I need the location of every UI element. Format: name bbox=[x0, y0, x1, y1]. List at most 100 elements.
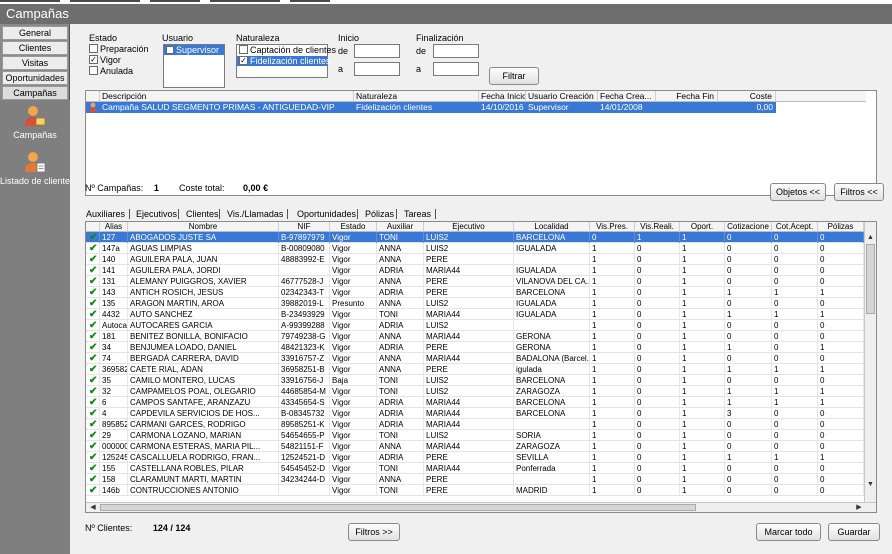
client-row[interactable]: ✔ 146b CONTRUCCIONES ANTONIO Vigor TONI PERE M… bbox=[86, 485, 866, 496]
clients-col-polizas[interactable]: Pólizas bbox=[818, 222, 864, 232]
campaigns-col-coste[interactable]: Coste bbox=[718, 91, 776, 102]
campaign-row[interactable]: Campaña SALUD SEGMENTO PRIMAS - ANTIGUED… bbox=[86, 102, 776, 113]
client-cell-alias: 135 bbox=[100, 298, 128, 309]
client-row[interactable]: ✔ 181 BENITEZ BONILLA, BONIFACIO 79749238-G… bbox=[86, 331, 876, 342]
client-row[interactable]: ✔ 4432 AUTO SANCHEZ B-23493929 Vigor TONI MARI… bbox=[86, 309, 876, 320]
naturaleza-option-captacion[interactable]: Captación de clientes bbox=[237, 45, 336, 56]
checkbox-vigor[interactable]: ✓ bbox=[89, 55, 98, 65]
inicio-de-input[interactable] bbox=[354, 44, 400, 58]
client-row[interactable]: ✔ 147a AGUAS LIMPIAS B-00809080 Vigor ANNA LUI… bbox=[86, 243, 876, 254]
scroll-thumb[interactable] bbox=[866, 244, 875, 314]
campaigns-col-fecha-inicio[interactable]: Fecha Inicio bbox=[479, 91, 526, 102]
client-cell-cot-acept: 0 bbox=[772, 474, 818, 485]
sidebar-item-clientes[interactable]: Clientes bbox=[2, 41, 68, 55]
client-cell-vis-pres: 1 bbox=[590, 375, 635, 386]
client-row[interactable]: ✔ 74 BERGADÀ CARRERA, DAVID 33916757-Z Vigor… bbox=[86, 353, 876, 364]
client-row[interactable]: ✔ 35 CAMILO MONTERO, LUCAS 33916756-J Baja TO… bbox=[86, 375, 876, 386]
tab-auxiliares[interactable]: Auxiliares bbox=[86, 208, 125, 220]
client-cell-localidad bbox=[514, 254, 590, 265]
clients-horizontal-scrollbar[interactable]: ◀ ▶ bbox=[86, 502, 876, 512]
sidebar-item-campanas[interactable]: Campañas bbox=[2, 86, 68, 100]
campaigns-col-naturaleza[interactable]: Naturaleza bbox=[354, 91, 479, 102]
client-row[interactable]: ✔ 140 AGUILERA PALA, JUAN 48883992-E Vigor AN… bbox=[86, 254, 866, 265]
clients-col-cotizaciones[interactable]: Cotizacione bbox=[725, 222, 772, 232]
scroll-down-icon[interactable]: ▼ bbox=[865, 480, 876, 490]
naturaleza-option-fidelizacion[interactable]: ✓ Fidelización clientes bbox=[237, 56, 331, 66]
client-row[interactable]: ✔00000004CARMONA ESTERAS, MARIA PIL...54… bbox=[86, 441, 876, 452]
campaigns-col-fecha-creacion[interactable]: Fecha Crea... bbox=[598, 91, 656, 102]
sidebar-item-general[interactable]: General bbox=[2, 26, 68, 40]
client-row[interactable]: ✔ 135 ARAGON MARTIN, AROA 39882019-L Presunt… bbox=[86, 298, 866, 309]
tab-vis-llamadas[interactable]: Vis./Llamadas bbox=[227, 208, 283, 220]
sidebar-item-oportunidades[interactable]: Oportunidades bbox=[2, 71, 68, 85]
filtrar-button[interactable]: Filtrar bbox=[489, 67, 539, 85]
clients-col-vis-pres[interactable]: Vis.Pres. bbox=[590, 222, 635, 232]
tab-clientes[interactable]: Clientes bbox=[186, 208, 219, 220]
client-row[interactable]: ✔ 6 CAMPOS SANTAFE, ARANZAZU 43345654-S Vigo… bbox=[86, 397, 876, 408]
clients-col-nombre[interactable]: Nombre bbox=[128, 222, 279, 232]
estado-vigor[interactable]: ✓ Vigor bbox=[89, 55, 121, 65]
usuario-listbox[interactable]: Supervisor bbox=[163, 44, 225, 88]
clients-col-nif[interactable]: NIF bbox=[279, 222, 330, 232]
sidebar-panel-listado-label[interactable]: Listado de cliente... bbox=[0, 176, 70, 186]
estado-anulada[interactable]: Anulada bbox=[89, 66, 133, 76]
naturaleza-listbox[interactable]: Captación de clientes ✓ Fidelización clie… bbox=[236, 44, 336, 78]
client-cell-ejecutivo: PERE bbox=[424, 276, 514, 287]
estado-preparacion[interactable]: Preparación bbox=[89, 44, 149, 54]
clients-col-alias[interactable]: Alias bbox=[100, 222, 128, 232]
client-row[interactable]: ✔ 127 ABOGADOS JUSTE SA B-97897979 Vigor TONI… bbox=[86, 232, 866, 243]
scroll-left-icon[interactable]: ◀ bbox=[88, 503, 98, 512]
checkbox-anulada[interactable] bbox=[89, 66, 98, 76]
sidebar-panel-campanas-label[interactable]: Campañas bbox=[0, 130, 70, 140]
client-row[interactable]: ✔ 29 CARMONA LOZANO, MARIAN 54654655-P Vigor… bbox=[86, 430, 876, 441]
inicio-a-input[interactable] bbox=[354, 62, 400, 76]
hscroll-thumb[interactable] bbox=[100, 504, 696, 511]
clients-col-cot-acept[interactable]: Cot.Acept. bbox=[772, 222, 818, 232]
objetos-button[interactable]: Objetos << bbox=[770, 183, 826, 201]
client-list-person-icon[interactable] bbox=[22, 150, 46, 174]
scroll-up-icon[interactable]: ▲ bbox=[865, 233, 876, 243]
campaigns-col-descripcion[interactable]: Descripción bbox=[100, 91, 354, 102]
client-cell-alias: 147a bbox=[100, 243, 128, 254]
sidebar-item-visitas[interactable]: Visitas bbox=[2, 56, 68, 70]
checkbox-preparacion[interactable] bbox=[89, 44, 98, 54]
scroll-right-icon[interactable]: ▶ bbox=[854, 503, 864, 512]
marcar-todo-button[interactable]: Marcar todo bbox=[756, 523, 821, 541]
client-row[interactable]: ✔ 131 ALEMANY PUIGGROS, XAVIER 46777528-J Vi… bbox=[86, 276, 876, 287]
campaign-person-icon[interactable] bbox=[22, 104, 46, 128]
clients-col-check[interactable] bbox=[86, 222, 100, 232]
client-cell-oport: 1 bbox=[680, 408, 725, 419]
client-row[interactable]: ✔ 32 CAMPAMELOS POAL, OLEGARIO 44685854-M Vi… bbox=[86, 386, 876, 397]
fin-de-input[interactable] bbox=[433, 44, 479, 58]
clients-col-oport[interactable]: Oport. bbox=[680, 222, 725, 232]
usuario-option-supervisor[interactable]: Supervisor bbox=[164, 45, 224, 55]
client-row[interactable]: ✔AutocaresAUTOCARES GARCIAA-99399288Vigo… bbox=[86, 320, 866, 331]
clients-col-estado[interactable]: Estado bbox=[330, 222, 377, 232]
tab-polizas[interactable]: Pólizas bbox=[365, 208, 394, 220]
tab-ejecutivos[interactable]: Ejecutivos bbox=[136, 208, 177, 220]
campaigns-col-usuario[interactable]: Usuario Creación bbox=[526, 91, 598, 102]
client-cell-alias: 00000004 bbox=[102, 441, 128, 452]
tab-oportunidades[interactable]: Oportunidades bbox=[297, 208, 356, 220]
tab-separator bbox=[396, 209, 397, 219]
campaigns-col-fecha-fin[interactable]: Fecha Fin bbox=[656, 91, 718, 102]
client-row[interactable]: ✔12524521CASCALLUELA RODRIGO, FRAN...125… bbox=[86, 452, 876, 463]
client-row[interactable]: ✔ 34 BENJUMEA LOADO, DANIEL 48421323-K Vigor… bbox=[86, 342, 876, 353]
client-row[interactable]: ✔89585251CARMANI GARCES, RODRIGO89585251… bbox=[86, 419, 866, 430]
client-row[interactable]: ✔ 4 CAPDEVILA SERVICIOS DE HOS... B-0834573… bbox=[86, 408, 876, 419]
client-row[interactable]: ✔ 143 ANTICH ROSICH, JESUS 02342343-T Vigor A… bbox=[86, 287, 866, 298]
clients-col-ejecutivo[interactable]: Ejecutivo bbox=[424, 222, 514, 232]
guardar-button[interactable]: Guardar bbox=[828, 523, 880, 541]
clients-col-vis-reali[interactable]: Vis.Reali. bbox=[635, 222, 680, 232]
filtros-collapse-button[interactable]: Filtros << bbox=[834, 183, 884, 201]
client-row[interactable]: ✔ 155 CASTELLANA ROBLES, PILAR 54545452-D Vi… bbox=[86, 463, 876, 474]
client-row[interactable]: ✔ 158 CLARAMUNT MARTI, MARTIN 34234244-D Vig… bbox=[86, 474, 866, 485]
fin-a-input[interactable] bbox=[433, 62, 479, 76]
clients-col-auxiliar[interactable]: Auxiliar bbox=[377, 222, 424, 232]
client-row[interactable]: ✔ 141 AGUILERA PALA, JORDI Vigor ADRIA MARIA4… bbox=[86, 265, 876, 276]
clients-col-localidad[interactable]: Localidad bbox=[514, 222, 590, 232]
tab-tareas[interactable]: Tareas bbox=[404, 208, 431, 220]
clients-vertical-scrollbar[interactable]: ▲ ▼ bbox=[864, 222, 876, 504]
filtros-expand-button[interactable]: Filtros >> bbox=[348, 523, 400, 541]
client-row[interactable]: ✔36958251CAETE RIAL, ADAN36958251-BVigor… bbox=[86, 364, 876, 375]
